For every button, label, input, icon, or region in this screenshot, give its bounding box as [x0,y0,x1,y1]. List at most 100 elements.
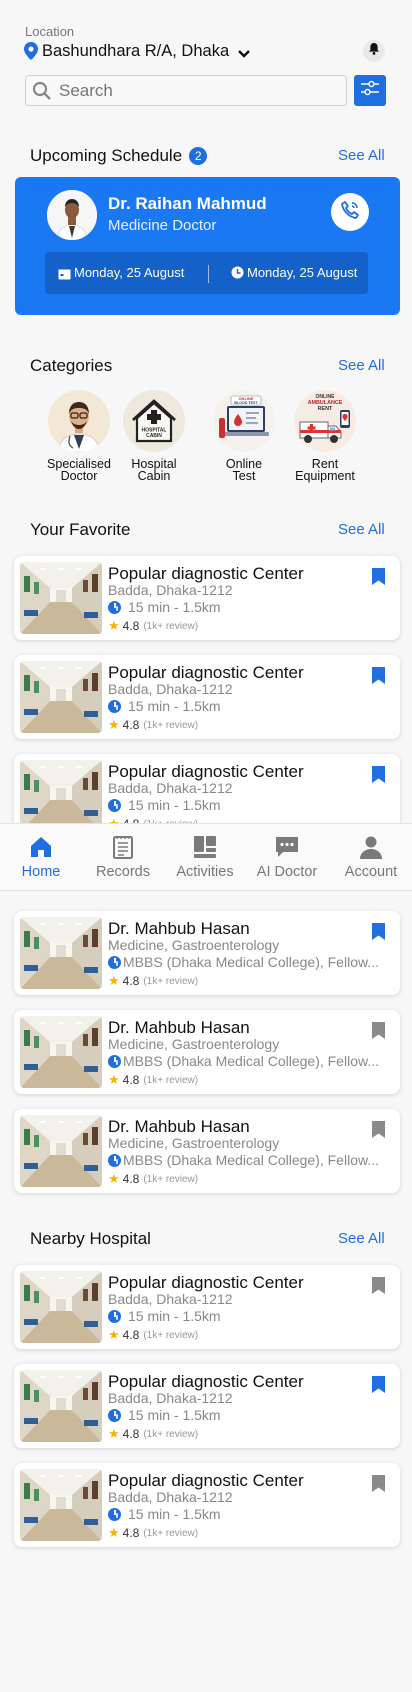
star-icon: ★ [108,1426,120,1441]
hospital-thumbnail [20,1370,102,1442]
nav-item-activities[interactable]: Activities [164,824,246,892]
card-rating: ★4.8(1k+ review) [108,1327,199,1342]
doctor-card[interactable]: Dr. Mahbub Hasan Medicine, Gastroenterol… [14,911,400,995]
records-icon [110,834,136,860]
svg-text:BLOOD TEST: BLOOD TEST [234,401,258,405]
nearby-card[interactable]: Popular diagnostic Center Badda, Dhaka-1… [14,1265,400,1349]
schedule-count-badge: 2 [189,147,208,165]
star-icon: ★ [108,973,120,988]
card-distance: 15 min - 1.5km [108,1308,378,1324]
card-distance: 15 min - 1.5km [108,1506,378,1522]
clock-icon [231,266,244,284]
card-title: Popular diagnostic Center [108,663,304,682]
clock-icon [108,1153,121,1167]
favorite-card[interactable]: Popular diagnostic Center Badda, Dhaka-1… [14,655,400,739]
schedule-datetime-bar: Monday, 25 August Monday, 25 August [45,252,368,294]
category-specialised-doctor[interactable]: Specialised Doctor [39,390,119,482]
card-address: Badda, Dhaka-1212 [108,780,233,796]
location-label: Location [25,24,75,39]
chevron-down-icon [237,46,251,58]
svg-text:CABIN: CABIN [146,433,162,439]
nav-item-account[interactable]: Account [330,824,412,892]
card-distance: 15 min - 1.5km [108,797,378,813]
schedule-see-all-link[interactable]: See All [338,147,385,164]
bookmark-icon[interactable] [372,923,385,940]
favorite-see-all-link[interactable]: See All [338,521,385,538]
schedule-card[interactable]: Dr. Raihan Mahmud Medicine Doctor Monday… [15,177,400,315]
activities-icon [192,834,218,860]
star-icon: ★ [108,717,120,732]
card-title: Popular diagnostic Center [108,564,304,583]
svg-text:RENT: RENT [318,406,333,412]
card-title: Popular diagnostic Center [108,1372,304,1391]
nearby-card[interactable]: Popular diagnostic Center Badda, Dhaka-1… [14,1463,400,1547]
categories-see-all-link[interactable]: See All [338,357,385,374]
bookmark-icon[interactable] [372,1121,385,1138]
card-rating: ★4.8(1k+ review) [108,973,199,988]
search-input[interactable] [59,80,339,101]
card-title: Dr. Mahbub Hasan [108,919,250,938]
category-online-test[interactable]: ONLINE BLOOD TEST Online Test [204,390,284,482]
call-button[interactable] [331,193,369,231]
bookmark-icon[interactable] [372,1022,385,1039]
category-hospital-cabin[interactable]: HOSPITAL CABIN Hospital Cabin [114,390,194,482]
bookmark-icon[interactable] [372,1376,385,1393]
filter-icon [360,79,380,102]
card-address: Badda, Dhaka-1212 [108,1390,233,1406]
bookmark-icon[interactable] [372,1475,385,1492]
category-rent-equipment[interactable]: ONLINE AMBULANCE RENT Rent Equipment [285,390,365,482]
star-icon: ★ [108,1327,120,1342]
clock-icon [108,1408,121,1422]
doctor-card[interactable]: Dr. Mahbub Hasan Medicine, Gastroenterol… [14,1109,400,1193]
card-title: Dr. Mahbub Hasan [108,1018,250,1037]
bottom-nav: Home Records Activities AI Doctor Accoun… [0,823,412,891]
doctor-illustration-icon [48,390,110,452]
online-blood-test-illustration-icon: ONLINE BLOOD TEST [213,390,275,452]
clock-icon [108,1309,121,1323]
location-pin-icon [24,42,38,60]
calendar-icon [58,267,71,285]
hospital-thumbnail [20,1271,102,1343]
location-selector[interactable]: Bashundhara R/A, Dhaka [24,40,251,62]
nav-item-records[interactable]: Records [82,824,164,892]
doctor-thumbnail [20,1016,102,1088]
category-label: Online Test [225,457,263,483]
nav-item-home[interactable]: Home [0,824,82,892]
favorite-card[interactable]: Popular diagnostic Center Badda, Dhaka-1… [14,556,400,640]
nav-item-ai-doctor[interactable]: AI Doctor [246,824,328,892]
clock-icon [108,699,121,713]
filter-button[interactable] [354,75,386,106]
hospital-thumbnail [20,661,102,733]
notification-button[interactable] [363,40,385,62]
clock-icon [108,600,121,614]
bookmark-icon[interactable] [372,667,385,684]
card-distance: 15 min - 1.5km [108,1407,378,1423]
card-rating: ★4.8(1k+ review) [108,1525,199,1540]
star-icon: ★ [108,1072,120,1087]
doctor-thumbnail [20,917,102,989]
category-label: Hospital Cabin [131,457,177,483]
ambulance-rent-illustration-icon: ONLINE AMBULANCE RENT [294,390,356,452]
schedule-date: Monday, 25 August [74,265,185,280]
card-rating: ★4.8(1k+ review) [108,1426,199,1441]
hospital-thumbnail [20,760,102,832]
star-icon: ★ [108,1525,120,1540]
bookmark-icon[interactable] [372,568,385,585]
search-bar[interactable] [25,75,347,106]
doctor-thumbnail [20,1115,102,1187]
bookmark-icon[interactable] [372,766,385,783]
categories-title: Categories [30,356,113,375]
nearby-see-all-link[interactable]: See All [338,1230,385,1247]
card-rating: ★4.8(1k+ review) [108,618,199,633]
star-icon: ★ [108,1171,120,1186]
bookmark-icon[interactable] [372,1277,385,1294]
nearby-card[interactable]: Popular diagnostic Center Badda, Dhaka-1… [14,1364,400,1448]
bell-icon [368,42,380,60]
card-title: Dr. Mahbub Hasan [108,1117,250,1136]
card-qualification: MBBS (Dhaka Medical College), Fellow... [108,954,378,970]
card-qualification: MBBS (Dhaka Medical College), Fellow... [108,1152,378,1168]
clock-icon [108,955,121,969]
clock-icon [108,1507,121,1521]
doctor-card[interactable]: Dr. Mahbub Hasan Medicine, Gastroenterol… [14,1010,400,1094]
card-address: Badda, Dhaka-1212 [108,582,233,598]
